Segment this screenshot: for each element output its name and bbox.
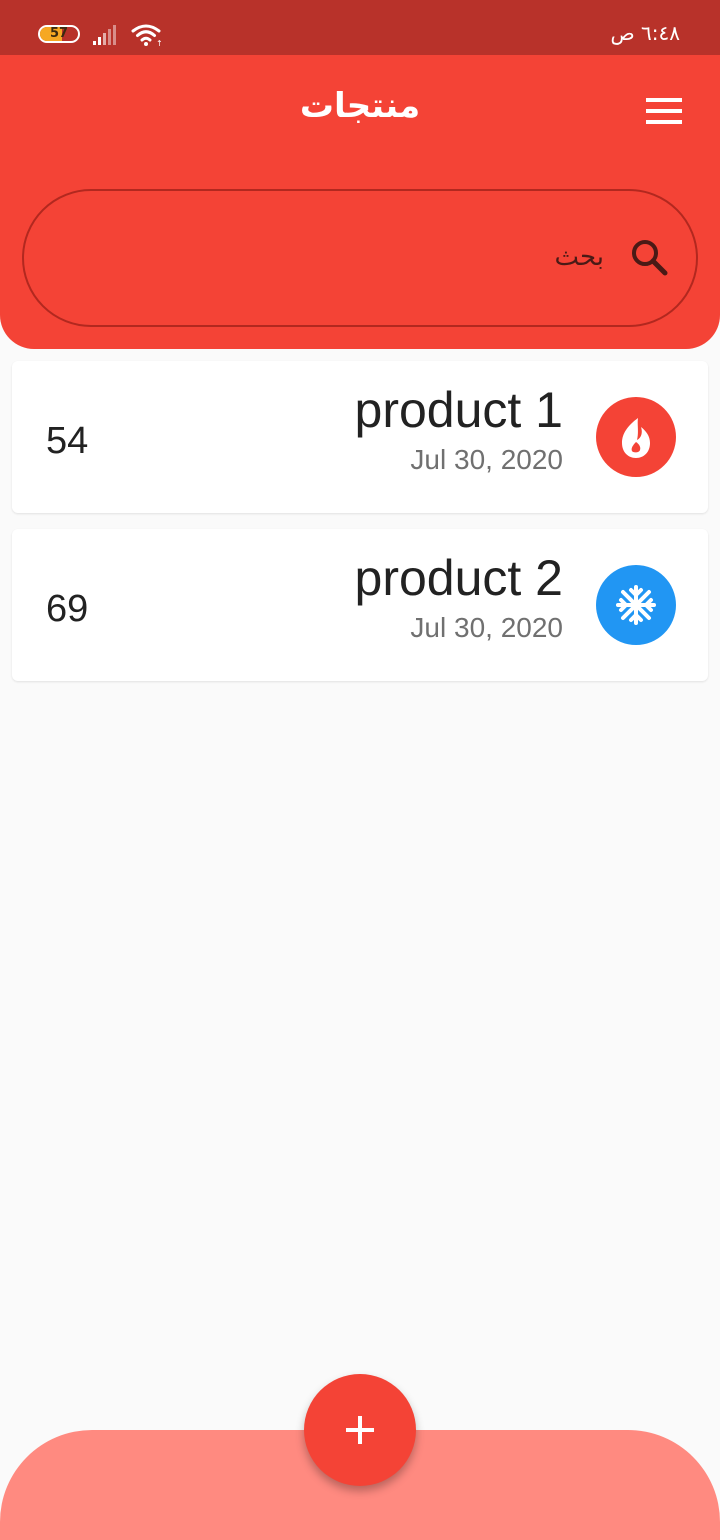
wifi-icon: ↑ [131, 24, 163, 47]
menu-button[interactable] [636, 88, 692, 136]
product-date: Jul 30, 2020 [410, 612, 563, 643]
search-icon [632, 240, 668, 276]
fire-icon [622, 418, 650, 458]
product-value: 69 [46, 588, 89, 630]
search-input[interactable] [84, 237, 604, 277]
product-name: product 2 [354, 550, 563, 606]
product-avatar [596, 565, 676, 645]
product-name: product 1 [354, 382, 563, 438]
battery-icon: 57 [38, 25, 80, 43]
svg-text:↑: ↑ [156, 39, 163, 47]
page-title: منتجات [299, 86, 421, 126]
battery-level: 57 [49, 26, 69, 41]
product-avatar [596, 397, 676, 477]
product-card[interactable]: 69 product 2 Jul 30, 2020 [12, 529, 708, 681]
add-product-button[interactable] [304, 1374, 416, 1486]
snowflake-icon [616, 585, 656, 625]
product-card[interactable]: 54 product 1 Jul 30, 2020 [12, 361, 708, 513]
product-value: 54 [46, 420, 89, 462]
status-bar: 57 ↑ ٦:٤٨ ص [0, 0, 720, 55]
signal-icon [93, 25, 116, 45]
status-time: ٦:٤٨ ص [610, 21, 680, 45]
product-date: Jul 30, 2020 [410, 444, 563, 475]
search-bar[interactable] [22, 189, 698, 327]
